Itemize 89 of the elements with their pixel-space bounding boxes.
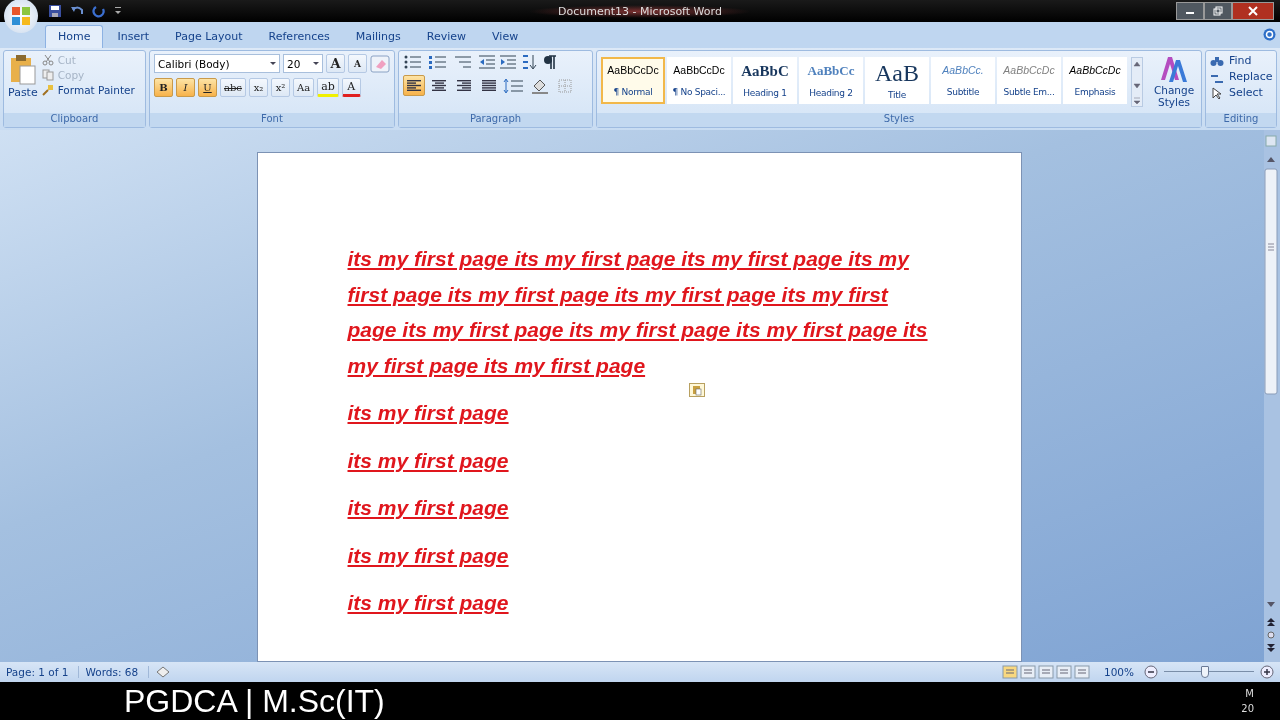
gallery-scroll-button[interactable]: [1131, 57, 1143, 107]
style-item[interactable]: AaBbCcDc ¶ No Spaci...: [667, 57, 731, 104]
style-item[interactable]: AaBbCc. Subtitle: [931, 57, 995, 104]
restore-icon: [1213, 6, 1223, 16]
group-label: Editing: [1206, 113, 1276, 127]
zoom-level[interactable]: 100%: [1103, 666, 1134, 678]
clock-text: 20: [1241, 702, 1254, 716]
change-styles-icon: [1159, 54, 1189, 84]
view-icon: [1073, 665, 1090, 679]
ribbon-tab[interactable]: Mailings: [343, 26, 413, 48]
align-icon: [482, 79, 496, 92]
ribbon-tab[interactable]: Home: [45, 25, 104, 48]
shrink-font-button[interactable]: A: [348, 54, 367, 73]
close-icon: [1248, 6, 1258, 16]
paste-button[interactable]: Paste: [8, 54, 38, 110]
format-button[interactable]: B: [154, 78, 173, 97]
page-count[interactable]: Page: 1 of 1: [6, 666, 80, 678]
minimize-button[interactable]: [1176, 2, 1204, 20]
style-item[interactable]: AaBbC Heading 1: [733, 57, 797, 104]
ribbon-tab[interactable]: Insert: [105, 26, 162, 48]
caption-text: PGDCA | M.Sc(IT): [124, 682, 385, 720]
group-label: Font: [150, 113, 394, 127]
zoom-slider-thumb[interactable]: [1201, 666, 1210, 678]
sort-icon[interactable]: [520, 54, 538, 70]
clock-text: M: [1245, 687, 1254, 701]
style-item[interactable]: AaBbCcDc Emphasis: [1063, 57, 1127, 104]
pointer-icon: [1210, 86, 1224, 99]
group-label: Styles: [597, 113, 1201, 127]
font-size-field[interactable]: 20: [283, 54, 323, 73]
paste-options-icon[interactable]: [688, 383, 705, 397]
restore-button[interactable]: [1204, 2, 1232, 20]
help-icon[interactable]: [1263, 28, 1276, 41]
proofing-icon[interactable]: [155, 665, 172, 679]
editing-item[interactable]: Select: [1210, 86, 1273, 99]
change-styles-button[interactable]: Change Styles: [1147, 54, 1201, 110]
clipboard-item[interactable]: Format Painter: [41, 84, 135, 96]
pilcrow-icon[interactable]: [541, 54, 559, 70]
editing-item[interactable]: Replace: [1210, 70, 1273, 83]
view-icon: [1019, 665, 1036, 679]
align-icon: [407, 79, 421, 92]
group-label: Paragraph: [399, 113, 592, 127]
word-count[interactable]: Words: 68: [85, 666, 150, 678]
align-icon: [457, 79, 471, 92]
paragraph: its my first page: [347, 542, 510, 569]
copy-icon: [41, 69, 54, 81]
paragraph: its my first page its my first page its my first page its my first page its my first page its my first page its my first page its my first page its my first page its my first page its my first page its my first page: [347, 246, 929, 379]
font-name-field[interactable]: Calibri (Body): [154, 54, 280, 73]
paragraph: its my first page: [347, 447, 510, 474]
paragraph: its my first page: [347, 400, 510, 426]
format-button[interactable]: Aa: [292, 78, 315, 97]
style-item[interactable]: AaBbCcDc Subtle Em...: [997, 57, 1061, 104]
style-item[interactable]: AaBbCcDc ¶ Normal: [601, 57, 665, 104]
view-icon: [1055, 665, 1072, 679]
binoculars-icon: [1210, 54, 1224, 67]
format-button[interactable]: x²: [270, 78, 290, 97]
format-button[interactable]: x₂: [248, 78, 268, 97]
increase-indent-icon[interactable]: [499, 54, 517, 70]
close-button[interactable]: [1232, 2, 1274, 20]
zoom-in-icon[interactable]: [1260, 665, 1274, 679]
save-icon[interactable]: [48, 4, 62, 18]
align-icon: [432, 79, 446, 92]
zoom-slider[interactable]: [1164, 666, 1254, 678]
view-icon: [1001, 665, 1018, 679]
font-color-button[interactable]: A: [341, 78, 361, 97]
paragraph: its my first page: [347, 495, 510, 521]
ribbon-tab[interactable]: View: [480, 26, 531, 48]
view-icon: [1037, 665, 1054, 679]
brush-icon: [41, 84, 54, 96]
ribbon-tab[interactable]: Review: [414, 26, 479, 48]
decrease-indent-icon[interactable]: [478, 54, 496, 70]
format-button[interactable]: abc: [220, 78, 246, 97]
customize-icon[interactable]: [114, 6, 122, 16]
redo-icon[interactable]: [92, 4, 106, 18]
office-button[interactable]: [4, 0, 38, 33]
grow-font-button[interactable]: A: [326, 54, 345, 73]
ribbon-tab[interactable]: Page Layout: [163, 26, 255, 48]
align-button[interactable]: [403, 75, 425, 96]
format-button[interactable]: I: [176, 78, 195, 97]
format-button[interactable]: U: [198, 78, 217, 97]
ribbon-tab[interactable]: References: [256, 26, 342, 48]
editing-item[interactable]: Find: [1210, 54, 1273, 67]
style-item[interactable]: AaB Title: [865, 57, 929, 104]
style-item[interactable]: AaBbCc Heading 2: [799, 57, 863, 104]
group-label: Clipboard: [4, 113, 145, 127]
zoom-out-icon[interactable]: [1144, 665, 1158, 679]
scissors-icon: [41, 54, 54, 66]
highlight-button[interactable]: ab: [317, 78, 339, 97]
clipboard-icon: [8, 54, 37, 86]
paragraph: its my first page: [347, 590, 510, 616]
